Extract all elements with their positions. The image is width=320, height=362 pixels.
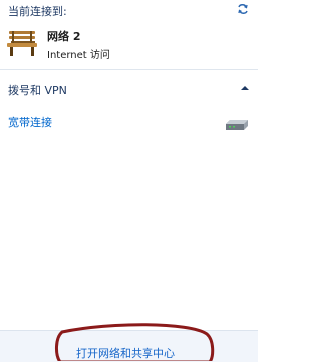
section-divider — [0, 69, 258, 70]
network-connections-flyout: 当前连接到: 网络 2 Internet 访问 拨号和 VPN 宽带连接 打开网… — [0, 0, 258, 362]
network-access-status: Internet 访问 — [47, 50, 110, 61]
refresh-icon[interactable] — [236, 2, 250, 16]
current-connection-header: 当前连接到: — [8, 5, 67, 18]
broadband-connection-item[interactable]: 宽带连接 — [8, 114, 52, 130]
chevron-up-icon[interactable] — [240, 84, 250, 92]
modem-icon — [226, 120, 248, 130]
bench-network-icon — [7, 31, 37, 56]
network-name: 网络 2 — [47, 30, 81, 43]
open-network-sharing-center-link[interactable]: 打开网络和共享中心 — [76, 345, 175, 361]
dialup-vpn-header: 拨号和 VPN — [8, 84, 67, 97]
